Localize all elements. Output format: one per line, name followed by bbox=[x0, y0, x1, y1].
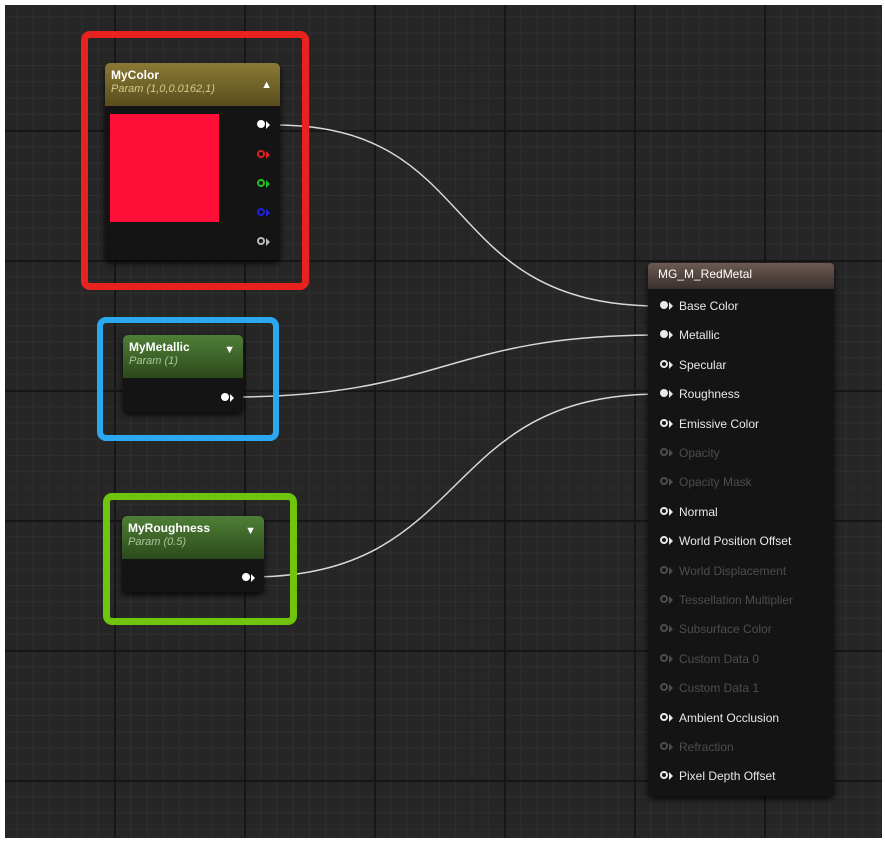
triangle-up-icon[interactable]: ▲ bbox=[261, 79, 272, 91]
material-input-label: Normal bbox=[679, 504, 718, 519]
input-pin-icon[interactable] bbox=[660, 683, 673, 693]
wire-roughness-to-roughness bbox=[249, 393, 661, 578]
input-pin-icon[interactable] bbox=[660, 742, 673, 752]
node-subtitle: Param (0.5) bbox=[128, 536, 187, 548]
input-pin-icon[interactable] bbox=[660, 536, 673, 546]
material-input-label: World Displacement bbox=[679, 563, 787, 578]
material-input-label: Roughness bbox=[679, 387, 740, 402]
node-title: MyRoughness bbox=[128, 521, 211, 535]
wire-metallic-to-metallic bbox=[229, 334, 661, 398]
metallic-output-pin[interactable] bbox=[221, 393, 234, 403]
triangle-down-icon[interactable]: ▼ bbox=[245, 525, 256, 537]
color-param-node[interactable]: MyColor Param (1,0,0.0162,1) ▲ bbox=[105, 63, 280, 260]
material-input-row[interactable]: World Position Offset bbox=[660, 532, 791, 550]
roughness-node-header[interactable]: MyRoughness Param (0.5) ▼ bbox=[122, 516, 264, 559]
material-input-label: Specular bbox=[679, 357, 727, 372]
material-input-label: Emissive Color bbox=[679, 416, 760, 431]
material-input-row[interactable]: Ambient Occlusion bbox=[660, 709, 779, 727]
connected-pin-icon[interactable] bbox=[660, 301, 673, 311]
color-node-header[interactable]: MyColor Param (1,0,0.0162,1) ▲ bbox=[105, 63, 280, 106]
node-subtitle: Param (1,0,0.0162,1) bbox=[111, 83, 215, 95]
material-input-row[interactable]: Base Color bbox=[660, 297, 738, 315]
material-input-row[interactable]: Normal bbox=[660, 503, 718, 521]
wire-color-to-base-color bbox=[274, 124, 661, 307]
alpha-output-pin[interactable] bbox=[257, 237, 270, 247]
material-input-label: Custom Data 0 bbox=[679, 651, 760, 666]
green-output-pin[interactable] bbox=[257, 179, 270, 189]
material-input-label: Ambient Occlusion bbox=[679, 710, 780, 725]
input-pin-icon[interactable] bbox=[660, 595, 673, 605]
material-title: MG_M_RedMetal bbox=[658, 267, 753, 281]
color-swatch bbox=[110, 114, 219, 222]
connected-pin-icon[interactable] bbox=[660, 330, 673, 340]
input-pin-icon[interactable] bbox=[660, 565, 673, 576]
input-pin-icon[interactable] bbox=[660, 506, 673, 517]
triangle-down-icon[interactable]: ▼ bbox=[224, 344, 235, 356]
material-input-label: Refraction bbox=[679, 740, 734, 754]
input-pin-icon[interactable] bbox=[660, 712, 673, 723]
material-input-row[interactable]: Specular bbox=[660, 356, 726, 374]
red-output-pin[interactable] bbox=[257, 150, 270, 160]
metallic-param-node[interactable]: MyMetallic Param (1) ▼ bbox=[123, 335, 243, 412]
node-subtitle: Param (1) bbox=[129, 355, 178, 367]
input-pin-icon[interactable] bbox=[660, 653, 673, 664]
material-input-row[interactable]: Roughness bbox=[660, 385, 740, 403]
material-result-node[interactable]: MG_M_RedMetal Base Color Metallic Specular… bbox=[648, 263, 834, 796]
material-input-row[interactable]: Opacity bbox=[660, 444, 720, 462]
material-input-row[interactable]: Custom Data 1 bbox=[660, 679, 759, 697]
material-input-label: Tessellation Multiplier bbox=[679, 593, 794, 607]
material-input-label: Opacity bbox=[679, 446, 720, 460]
material-input-row[interactable]: World Displacement bbox=[660, 562, 786, 580]
material-input-row[interactable]: Emissive Color bbox=[660, 415, 759, 433]
material-input-label: World Position Offset bbox=[679, 534, 792, 549]
metallic-node-header[interactable]: MyMetallic Param (1) ▼ bbox=[123, 335, 243, 378]
input-pin-icon[interactable] bbox=[660, 359, 673, 370]
material-input-label: Base Color bbox=[679, 299, 739, 313]
material-input-row[interactable]: Pixel Depth Offset bbox=[660, 767, 776, 785]
material-input-label: Opacity Mask bbox=[679, 475, 752, 490]
material-input-row[interactable]: Opacity Mask bbox=[660, 473, 752, 491]
material-graph-canvas[interactable]: MyColor Param (1,0,0.0162,1) ▲ MyMetalli… bbox=[5, 5, 882, 838]
roughness-param-node[interactable]: MyRoughness Param (0.5) ▼ bbox=[122, 516, 264, 592]
input-pin-icon[interactable] bbox=[660, 624, 673, 634]
material-input-row[interactable]: Tessellation Multiplier bbox=[660, 591, 793, 609]
node-title: MyColor bbox=[111, 68, 159, 82]
material-input-row[interactable]: Custom Data 0 bbox=[660, 650, 759, 668]
roughness-output-pin[interactable] bbox=[242, 573, 255, 583]
material-input-label: Custom Data 1 bbox=[679, 681, 760, 696]
blue-output-pin[interactable] bbox=[257, 208, 270, 218]
input-pin-icon[interactable] bbox=[660, 448, 673, 458]
rgba-output-pin[interactable] bbox=[257, 120, 270, 130]
input-pin-icon[interactable] bbox=[660, 771, 673, 781]
input-pin-icon[interactable] bbox=[660, 418, 673, 429]
material-input-label: Metallic bbox=[679, 328, 720, 343]
material-node-header[interactable]: MG_M_RedMetal bbox=[648, 263, 834, 289]
material-input-label: Pixel Depth Offset bbox=[679, 769, 776, 784]
material-input-label: Subsurface Color bbox=[679, 622, 772, 637]
material-input-row[interactable]: Metallic bbox=[660, 326, 720, 344]
input-pin-icon[interactable] bbox=[660, 477, 673, 487]
node-title: MyMetallic bbox=[129, 340, 190, 354]
material-input-row[interactable]: Refraction bbox=[660, 738, 734, 756]
connected-pin-icon[interactable] bbox=[660, 389, 673, 399]
material-input-row[interactable]: Subsurface Color bbox=[660, 620, 772, 638]
